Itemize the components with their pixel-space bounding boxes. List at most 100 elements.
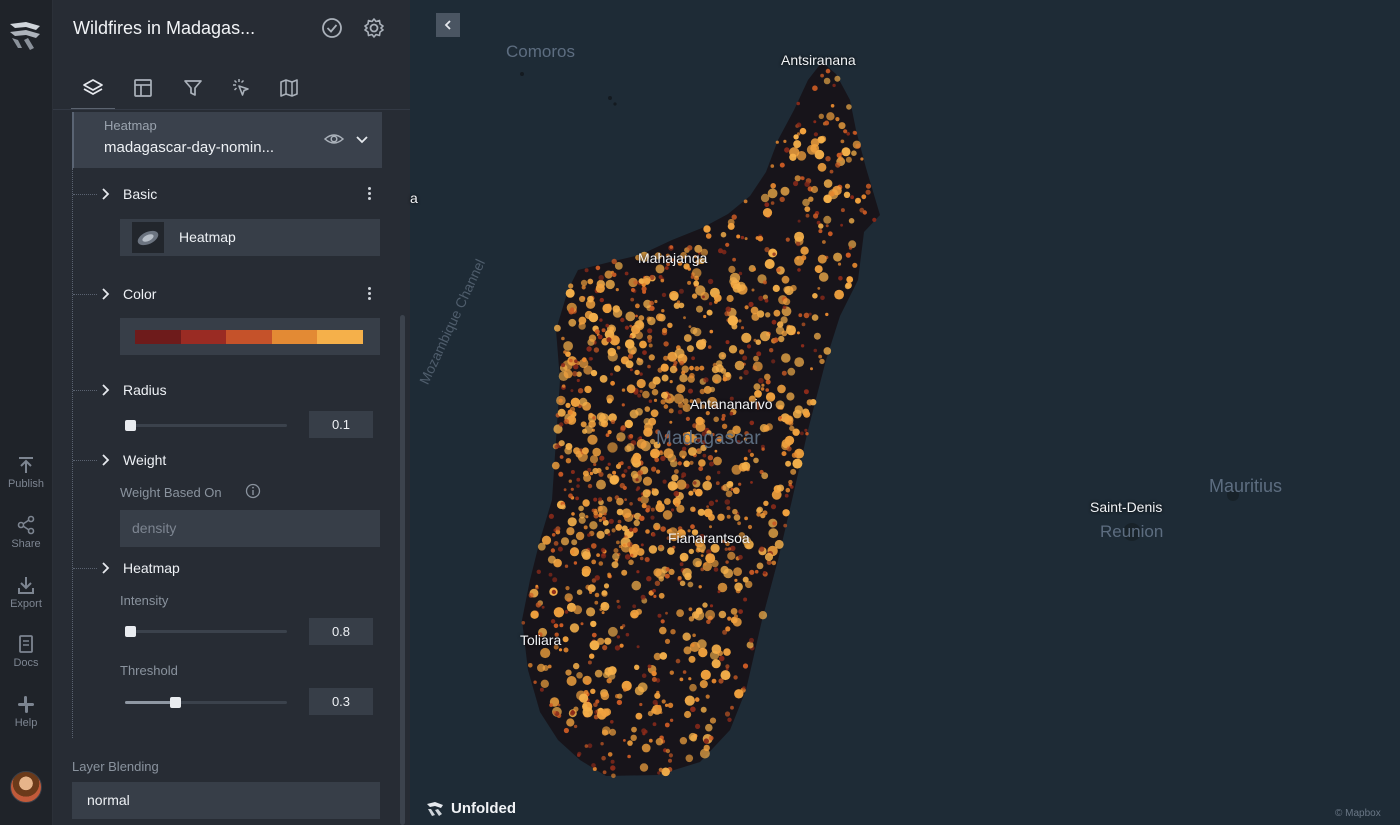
heat-point: [582, 707, 593, 718]
heat-point: [776, 267, 781, 273]
section-heatmap-label[interactable]: Heatmap: [123, 560, 180, 576]
heat-point: [571, 539, 578, 546]
layer-type-selector[interactable]: Heatmap: [120, 219, 380, 256]
heat-point: [752, 267, 756, 272]
chevron-right-icon[interactable]: [100, 286, 112, 302]
section-radius-label[interactable]: Radius: [123, 382, 167, 398]
heat-point: [594, 600, 599, 605]
heat-point: [568, 318, 577, 327]
kebab-menu-icon[interactable]: [368, 287, 372, 302]
heat-point: [761, 472, 769, 480]
heat-point: [561, 363, 566, 368]
layer-blending-select[interactable]: normal: [72, 782, 380, 819]
heat-point: [739, 349, 745, 355]
tab-basemap[interactable]: [267, 68, 311, 108]
heat-point: [647, 664, 652, 669]
heat-point: [733, 514, 741, 521]
tab-layout[interactable]: [121, 68, 165, 108]
gear-icon[interactable]: [363, 17, 385, 39]
info-icon[interactable]: [245, 483, 261, 499]
heat-point: [621, 473, 626, 478]
heat-point: [621, 388, 626, 392]
heat-point: [633, 519, 640, 527]
docs-button[interactable]: Docs: [0, 634, 52, 669]
heat-point: [551, 589, 557, 595]
radius-value[interactable]: 0.1: [309, 411, 373, 438]
collapse-panel-button[interactable]: [436, 13, 460, 37]
heat-point: [845, 252, 851, 258]
eye-icon[interactable]: [324, 129, 344, 149]
intensity-value[interactable]: 0.8: [309, 618, 373, 645]
layer-name[interactable]: madagascar-day-nomin...: [104, 139, 274, 156]
heat-point: [691, 643, 695, 647]
heat-point: [576, 477, 581, 482]
help-button[interactable]: Help: [0, 694, 52, 729]
heat-point: [553, 623, 559, 629]
heat-point: [771, 359, 776, 364]
heat-point: [682, 568, 692, 578]
heat-point: [639, 389, 643, 393]
chevron-down-icon[interactable]: [354, 129, 370, 149]
export-button[interactable]: Export: [0, 575, 52, 610]
heat-point: [794, 175, 801, 182]
weight-field-select[interactable]: density: [120, 510, 380, 547]
share-button[interactable]: Share: [0, 515, 52, 550]
heat-point: [843, 191, 851, 198]
heat-point: [566, 718, 575, 727]
tab-interactions[interactable]: [219, 68, 263, 108]
heat-point: [702, 453, 707, 458]
label-madagascar: Madagascar: [656, 428, 761, 449]
section-color-label[interactable]: Color: [123, 286, 156, 302]
publish-button[interactable]: Publish: [0, 455, 52, 490]
chevron-right-icon[interactable]: [100, 186, 112, 202]
heat-point: [636, 645, 640, 649]
heat-point: [635, 408, 643, 416]
tree-branch: [73, 460, 97, 461]
heat-point: [648, 738, 653, 743]
intensity-slider-thumb[interactable]: [125, 626, 136, 637]
unfolded-logo-icon[interactable]: [6, 18, 44, 52]
project-title[interactable]: Wildfires in Madagas...: [73, 18, 293, 39]
unfolded-brand[interactable]: Unfolded: [425, 800, 516, 817]
chevron-right-icon[interactable]: [100, 452, 112, 468]
color-palette-selector[interactable]: [120, 318, 380, 355]
heat-point: [775, 400, 785, 410]
heat-point: [709, 329, 714, 334]
map-canvas[interactable]: [410, 0, 1400, 825]
heat-point: [537, 542, 546, 551]
heat-point: [765, 423, 773, 431]
heat-point: [670, 292, 679, 301]
radius-slider-track[interactable]: [125, 424, 287, 427]
heat-point: [708, 735, 714, 741]
heat-point: [664, 703, 669, 707]
chevron-right-icon[interactable]: [100, 560, 112, 576]
layer-header[interactable]: Heatmap madagascar-day-nomin...: [72, 112, 382, 168]
panel-scrollbar[interactable]: [400, 315, 405, 825]
heat-point: [587, 278, 594, 285]
heat-point: [630, 553, 634, 558]
map-view[interactable]: Comoros Antsiranana a Mahajanga Mozambiq…: [410, 0, 1400, 825]
heat-point: [689, 460, 694, 465]
heat-point: [703, 562, 707, 566]
user-avatar[interactable]: [10, 771, 42, 803]
intensity-slider-track[interactable]: [125, 630, 287, 633]
tab-filters[interactable]: [171, 68, 215, 108]
heat-point: [601, 729, 609, 736]
radius-slider-thumb[interactable]: [125, 420, 136, 431]
mapbox-attribution[interactable]: © Mapbox: [1335, 808, 1381, 819]
threshold-value[interactable]: 0.3: [309, 688, 373, 715]
heat-point: [771, 489, 782, 500]
heat-point: [692, 488, 697, 493]
section-basic-label[interactable]: Basic: [123, 186, 157, 202]
threshold-slider-thumb[interactable]: [170, 697, 182, 708]
tab-layers[interactable]: [71, 68, 115, 110]
palette-color-stop: [317, 330, 363, 344]
section-weight-label[interactable]: Weight: [123, 452, 166, 468]
heat-point: [765, 312, 771, 318]
heat-point: [576, 589, 583, 595]
heat-point: [744, 305, 749, 310]
chevron-right-icon[interactable]: [100, 382, 112, 398]
heat-point: [860, 157, 864, 161]
kebab-menu-icon[interactable]: [368, 187, 372, 202]
check-circle-icon[interactable]: [321, 17, 343, 39]
